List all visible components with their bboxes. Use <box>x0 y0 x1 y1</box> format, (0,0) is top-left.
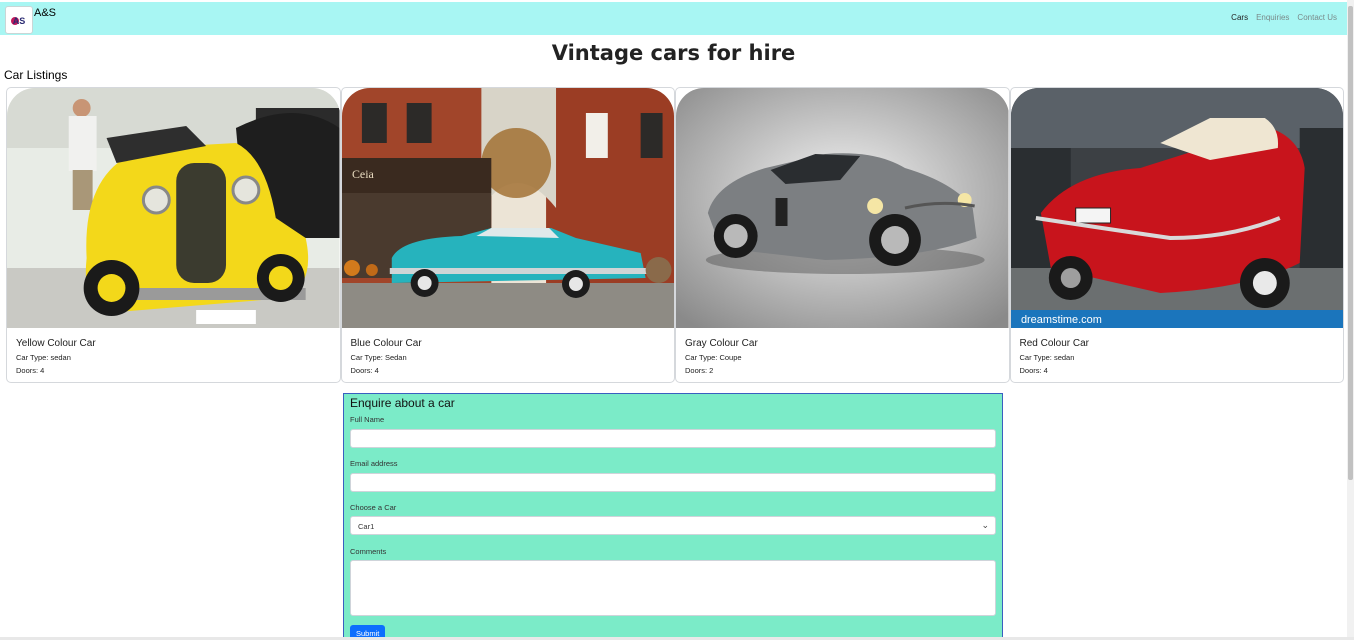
nav-link-contact-us[interactable]: Contact Us <box>1297 13 1337 22</box>
nav-links: Cars Enquiries Contact Us <box>1231 13 1337 22</box>
car-name: Gray Colour Car <box>685 338 758 349</box>
car-card-gray[interactable]: Gray Colour Car Car Type: Coupe Doors: 2 <box>675 87 1010 383</box>
car-name: Yellow Colour Car <box>16 338 96 349</box>
car-listings-title: Car Listings <box>4 68 68 82</box>
car-card-red[interactable]: dreamstime.com Red Colour Car Car Type: … <box>1009 87 1344 383</box>
brand-name[interactable]: A&S <box>34 7 56 19</box>
car-image-yellow <box>7 88 340 328</box>
page-title: Vintage cars for hire <box>551 41 796 65</box>
car-select[interactable]: Car1 ⌄ <box>350 516 996 535</box>
car-image-blue: Ceia <box>341 88 674 328</box>
car-type: Car Type: sedan <box>1019 353 1075 362</box>
full-name-label: Full Name <box>350 415 385 424</box>
logo-text: AS <box>13 16 26 26</box>
car-select-value: Car1 <box>358 522 375 531</box>
car-select-label: Choose a Car <box>350 503 397 512</box>
car-doors: Doors: 4 <box>350 366 379 375</box>
chevron-down-icon: ⌄ <box>981 520 989 530</box>
full-name-input[interactable] <box>350 429 996 448</box>
car-image-red: dreamstime.com <box>1010 88 1343 328</box>
car-type: Car Type: Sedan <box>350 353 407 362</box>
car-image-gray <box>676 88 1009 328</box>
car-card-blue[interactable]: Ceia Blue Colour Car Car Type: Sedan Doo… <box>340 87 675 383</box>
email-label: Email address <box>350 459 398 468</box>
scrollbar-thumb[interactable] <box>1348 6 1353 480</box>
comments-label: Comments <box>350 547 387 556</box>
car-doors: Doors: 4 <box>16 366 45 375</box>
car-name: Blue Colour Car <box>350 338 422 349</box>
car-card-yellow[interactable]: Yellow Colour Car Car Type: sedan Doors:… <box>6 87 341 383</box>
car-doors: Doors: 2 <box>685 366 714 375</box>
car-doors: Doors: 4 <box>1019 366 1048 375</box>
page-scrollbar[interactable] <box>1347 0 1354 640</box>
watermark-text: dreamstime.com <box>1020 314 1101 326</box>
nav-link-enquiries[interactable]: Enquiries <box>1256 13 1289 22</box>
svg-text:Ceia: Ceia <box>351 167 374 181</box>
form-title: Enquire about a car <box>350 396 455 410</box>
brand-logo[interactable]: AS <box>5 6 33 34</box>
comments-textarea[interactable] <box>350 560 996 616</box>
car-type: Car Type: sedan <box>16 353 71 362</box>
enquiry-form: Enquire about a car Full Name Email addr… <box>343 393 1003 640</box>
car-name: Red Colour Car <box>1019 338 1089 349</box>
car-listings: Yellow Colour Car Car Type: sedan Doors:… <box>6 87 1344 383</box>
nav-link-cars[interactable]: Cars <box>1231 13 1248 22</box>
email-input[interactable] <box>350 473 996 492</box>
car-type: Car Type: Coupe <box>685 353 742 362</box>
navbar: AS A&S Cars Enquiries Contact Us <box>0 2 1347 35</box>
